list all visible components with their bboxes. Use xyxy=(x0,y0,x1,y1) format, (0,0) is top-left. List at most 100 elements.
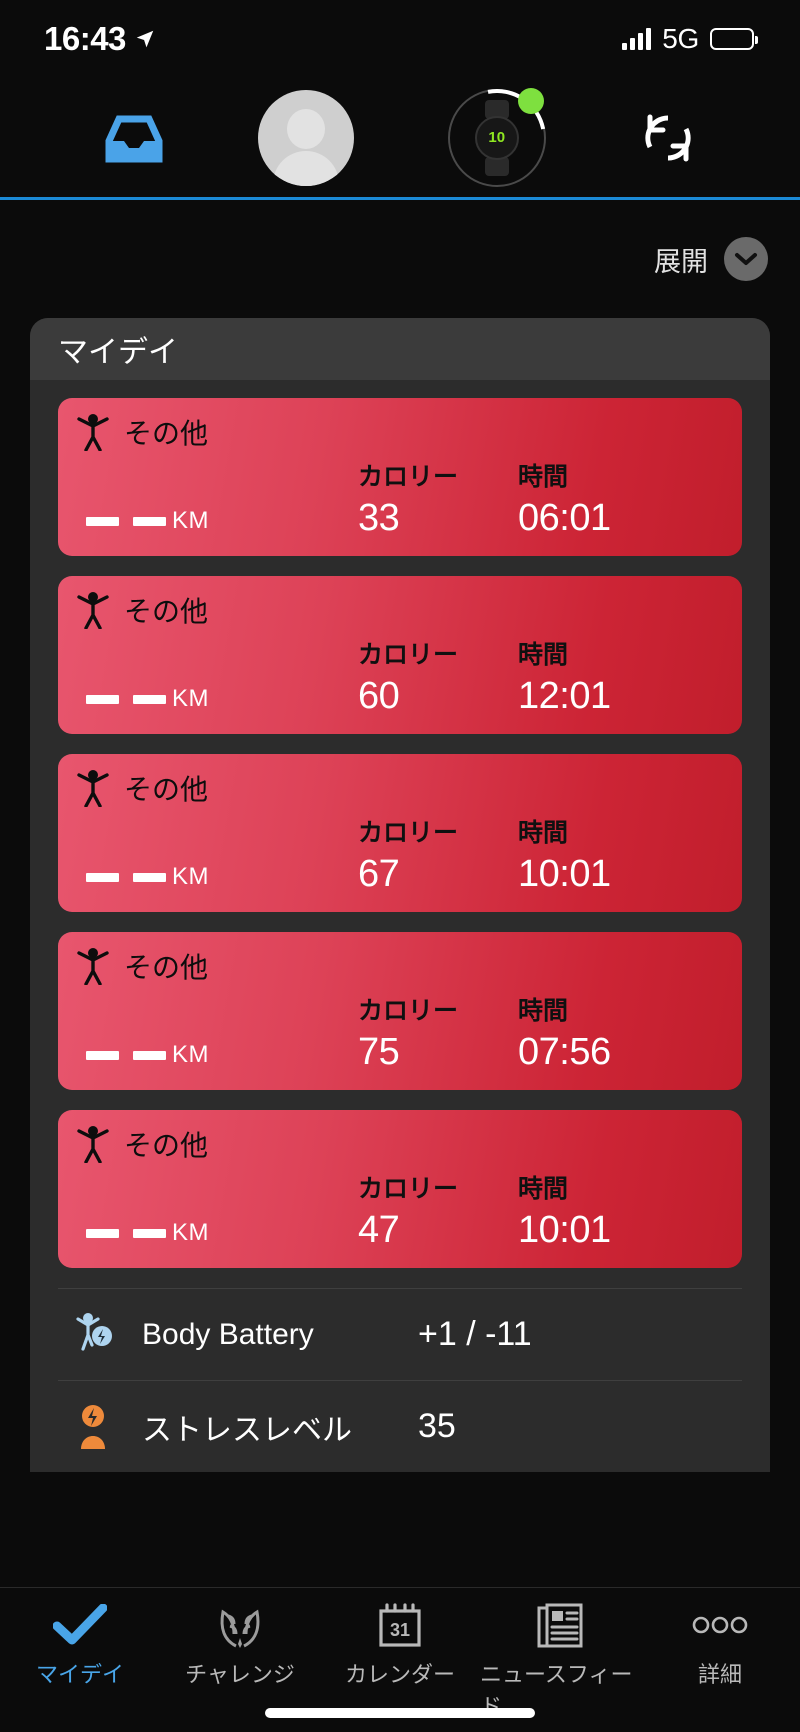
activity-header: その他 xyxy=(58,754,742,808)
activity-person-icon xyxy=(77,1126,109,1163)
calories-label: カロリー xyxy=(358,1175,459,1203)
checkmark-icon xyxy=(53,1602,107,1648)
activity-time: 時間 07:56 xyxy=(518,991,678,1074)
activity-header: その他 xyxy=(58,1110,742,1164)
expand-row[interactable]: 展開 xyxy=(0,200,800,318)
calories-value: 67 xyxy=(358,853,400,895)
calories-label: カロリー xyxy=(358,463,459,491)
metric-value: 35 xyxy=(418,1407,456,1445)
distance-unit: KM xyxy=(172,1219,209,1246)
tab-label: マイデイ xyxy=(35,1662,124,1687)
myday-panel: マイデイ その他 KM カロリー 33 時間 06:01 その他 KM カロリー… xyxy=(30,318,770,1472)
time-value: 07:56 xyxy=(518,1031,611,1073)
activity-card[interactable]: その他 KM カロリー 67 時間 10:01 xyxy=(58,754,742,912)
metric-label: Body Battery xyxy=(142,1317,314,1351)
activity-stats: KM カロリー 75 時間 07:56 xyxy=(58,991,742,1074)
status-bar: 16:43 5G xyxy=(0,0,800,78)
metric-row-stress-level[interactable]: ストレスレベル 35 xyxy=(58,1380,742,1472)
status-bar-left: 16:43 xyxy=(44,20,156,58)
activity-person-icon xyxy=(77,592,109,629)
activity-stats: KM カロリー 33 時間 06:01 xyxy=(58,457,742,540)
activity-person-icon xyxy=(77,948,109,985)
tab-label: 詳細 xyxy=(697,1662,742,1687)
activity-header: その他 xyxy=(58,398,742,452)
activity-time: 時間 10:01 xyxy=(518,1169,678,1252)
network-type-label: 5G xyxy=(662,23,699,54)
activity-time: 時間 06:01 xyxy=(518,457,678,540)
stress-level-icon xyxy=(72,1403,118,1451)
activity-person-icon xyxy=(77,770,109,807)
calories-value: 75 xyxy=(358,1031,400,1073)
time-label: 時間 xyxy=(518,463,569,491)
chevron-down-icon xyxy=(735,253,757,265)
activity-distance: KM xyxy=(58,685,358,718)
device-status-dot xyxy=(517,87,544,114)
distance-placeholder xyxy=(86,517,166,540)
time-label: 時間 xyxy=(518,997,569,1025)
activity-card[interactable]: その他 KM カロリー 47 時間 10:01 xyxy=(58,1110,742,1268)
activity-card[interactable]: その他 KM カロリー 60 時間 12:01 xyxy=(58,576,742,734)
activity-name: その他 xyxy=(124,774,209,805)
avatar-head xyxy=(287,108,326,149)
time-value: 12:01 xyxy=(518,675,611,717)
time-label: 時間 xyxy=(518,641,569,669)
time-value: 06:01 xyxy=(518,497,611,539)
activity-stats: KM カロリー 60 時間 12:01 xyxy=(58,635,742,718)
activity-header: その他 xyxy=(58,576,742,630)
activity-distance: KM xyxy=(58,863,358,896)
time-value: 10:01 xyxy=(518,853,611,895)
activity-distance: KM xyxy=(58,1041,358,1074)
status-time: 16:43 xyxy=(44,20,126,57)
expand-chevron-button[interactable] xyxy=(724,237,768,281)
activity-distance: KM xyxy=(58,1219,358,1252)
avatar-body xyxy=(273,150,340,186)
tab-newsfeed[interactable]: ニュースフィード xyxy=(480,1602,640,1721)
distance-unit: KM xyxy=(172,863,209,890)
activity-name: その他 xyxy=(124,1130,209,1161)
user-avatar[interactable] xyxy=(258,89,355,186)
calories-label: カロリー xyxy=(358,997,459,1025)
inbox-tray-icon xyxy=(105,115,163,162)
device-button[interactable]: 10 xyxy=(428,69,565,206)
svg-text:31: 31 xyxy=(390,1620,410,1640)
activity-stats: KM カロリー 67 時間 10:01 xyxy=(58,813,742,896)
inbox-button[interactable] xyxy=(103,111,165,165)
panel-body: その他 KM カロリー 33 時間 06:01 その他 KM カロリー 60 時… xyxy=(30,380,770,1472)
bottom-tab-bar: マイデイ チャレンジ 31 カレンダー ニュースフィード 詳細 xyxy=(0,1587,800,1732)
distance-unit: KM xyxy=(172,685,209,712)
distance-unit: KM xyxy=(172,1041,209,1068)
calories-value: 47 xyxy=(358,1209,400,1251)
tab-label: カレンダー xyxy=(344,1662,455,1687)
distance-placeholder xyxy=(86,873,166,896)
activity-calories: カロリー 33 xyxy=(358,457,518,540)
tab-myday[interactable]: マイデイ xyxy=(0,1602,160,1689)
tab-challenges[interactable]: チャレンジ xyxy=(160,1602,320,1689)
time-label: 時間 xyxy=(518,819,569,847)
activity-name: その他 xyxy=(124,596,209,627)
activity-card[interactable]: その他 KM カロリー 33 時間 06:01 xyxy=(58,398,742,556)
newspaper-icon xyxy=(536,1602,584,1648)
home-indicator xyxy=(265,1708,535,1718)
panel-title: マイデイ xyxy=(30,318,770,380)
sync-button[interactable] xyxy=(639,109,697,167)
distance-unit: KM xyxy=(172,507,209,534)
garmin-watch-icon: 10 xyxy=(474,99,519,176)
calories-value: 33 xyxy=(358,497,400,539)
activity-card[interactable]: その他 KM カロリー 75 時間 07:56 xyxy=(58,932,742,1090)
metric-row-body-battery[interactable]: Body Battery +1 / -11 xyxy=(58,1288,742,1380)
activity-distance: KM xyxy=(58,507,358,540)
activity-time: 時間 10:01 xyxy=(518,813,678,896)
calories-label: カロリー xyxy=(358,641,459,669)
tab-more[interactable]: 詳細 xyxy=(640,1602,800,1689)
activity-person-icon xyxy=(77,414,109,451)
watch-face-number: 10 xyxy=(488,129,506,146)
expand-label: 展開 xyxy=(654,246,708,277)
calories-label: カロリー xyxy=(358,819,459,847)
app-root: 16:43 5G 10 展開 マイデイ その他 KM カロリー 33 時間 06… xyxy=(0,0,800,1732)
tab-calendar[interactable]: 31 カレンダー xyxy=(320,1602,480,1689)
activity-name: その他 xyxy=(124,418,209,449)
activity-calories: カロリー 60 xyxy=(358,635,518,718)
tab-label: チャレンジ xyxy=(185,1662,295,1687)
metric-label: ストレスレベル xyxy=(142,1413,352,1447)
activity-calories: カロリー 75 xyxy=(358,991,518,1074)
